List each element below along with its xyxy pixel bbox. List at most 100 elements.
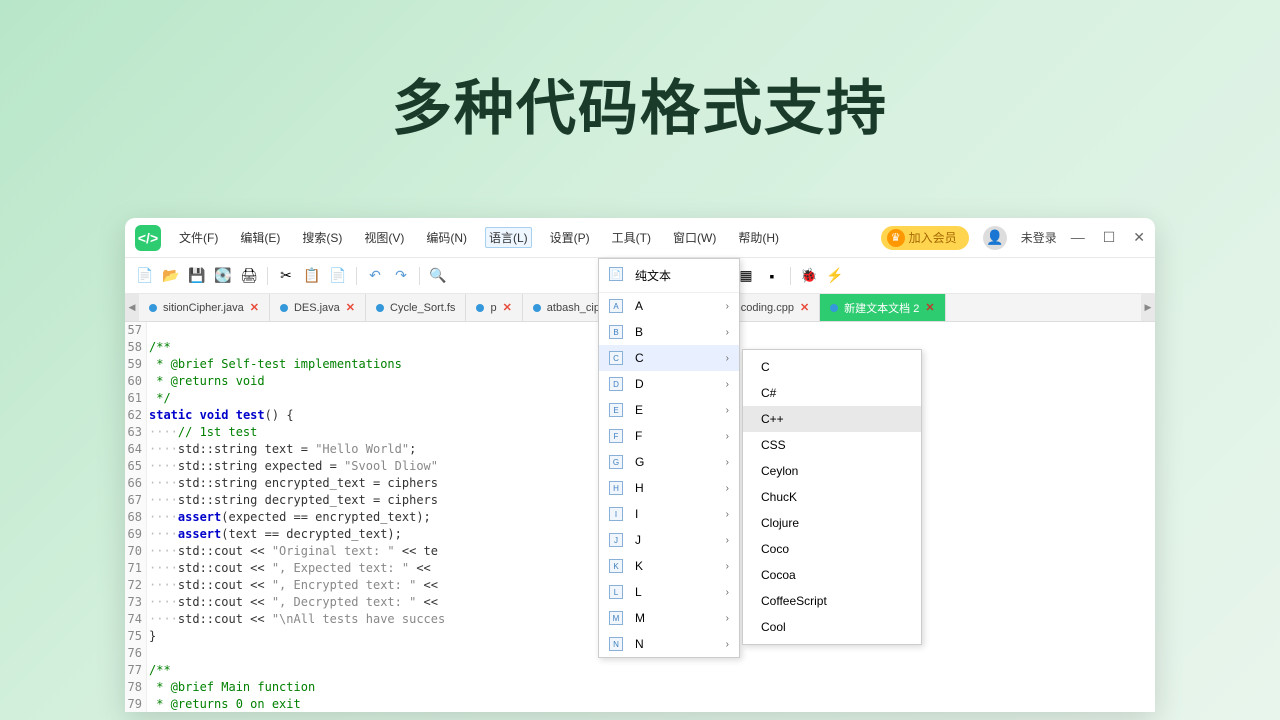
- tab-Cycle_Sort.fs[interactable]: Cycle_Sort.fs: [366, 294, 466, 321]
- lang-letter-E[interactable]: EE›: [599, 397, 739, 423]
- language-submenu: CC#C++CSSCeylonChucKClojureCocoCocoaCoff…: [742, 349, 922, 645]
- lang-letter-M[interactable]: MM›: [599, 605, 739, 631]
- titlebar: </> 文件(F) 编辑(E) 搜索(S) 视图(V) 编码(N) 语言(L) 设置(P) 工…: [125, 218, 1155, 258]
- tab-新建文本文档 2[interactable]: 新建文本文档 2✕: [820, 294, 945, 321]
- bug-icon[interactable]: 🐞: [799, 266, 819, 286]
- tab-DES.java[interactable]: DES.java✕: [270, 294, 366, 321]
- chevron-right-icon: ›: [726, 353, 729, 364]
- lang-letter-B[interactable]: BB›: [599, 319, 739, 345]
- lang-option-Clojure[interactable]: Clojure: [743, 510, 921, 536]
- menu-窗口(W)[interactable]: 窗口(W): [669, 227, 720, 248]
- tab-close-icon[interactable]: ✕: [925, 301, 934, 314]
- lang-option-C[interactable]: C: [743, 354, 921, 380]
- lang-option-C#[interactable]: C#: [743, 380, 921, 406]
- menu-帮助(H)[interactable]: 帮助(H): [734, 227, 783, 248]
- undo-icon[interactable]: ↶: [365, 266, 385, 286]
- chevron-right-icon: ›: [726, 405, 729, 416]
- lang-letter-A[interactable]: AA›: [599, 293, 739, 319]
- minimize-button[interactable]: —: [1071, 229, 1085, 246]
- menu-编码(N)[interactable]: 编码(N): [422, 227, 471, 248]
- menu-搜索(S)[interactable]: 搜索(S): [298, 227, 346, 248]
- save-icon[interactable]: 💾: [187, 266, 207, 286]
- menu-工具(T)[interactable]: 工具(T): [608, 227, 655, 248]
- menu-设置(P)[interactable]: 设置(P): [546, 227, 594, 248]
- lang-letter-H[interactable]: HH›: [599, 475, 739, 501]
- tab-dot-icon: [376, 304, 384, 312]
- tab-p[interactable]: p✕: [466, 294, 522, 321]
- chevron-right-icon: ›: [726, 587, 729, 598]
- lang-option-CSS[interactable]: CSS: [743, 432, 921, 458]
- app-icon: </>: [135, 225, 161, 251]
- tab-close-icon[interactable]: ✕: [503, 301, 512, 314]
- letter-icon: N: [609, 637, 623, 651]
- line-gutter: 57 58 59 60 61 62 63 64 65 66 67 68 69 7…: [125, 322, 147, 712]
- letter-icon: A: [609, 299, 623, 313]
- chevron-right-icon: ›: [726, 561, 729, 572]
- terminal-icon[interactable]: ▪: [762, 266, 782, 286]
- tab-dot-icon: [149, 304, 157, 312]
- lang-option-C++[interactable]: C++: [743, 406, 921, 432]
- letter-icon: E: [609, 403, 623, 417]
- lang-letter-I[interactable]: II›: [599, 501, 739, 527]
- avatar-icon[interactable]: 👤: [983, 226, 1007, 250]
- lang-letter-G[interactable]: GG›: [599, 449, 739, 475]
- lang-option-Ceylon[interactable]: Ceylon: [743, 458, 921, 484]
- crown-icon: ♛: [887, 229, 905, 247]
- lang-letter-D[interactable]: DD›: [599, 371, 739, 397]
- letter-icon: H: [609, 481, 623, 495]
- lang-letter-L[interactable]: LL›: [599, 579, 739, 605]
- lang-letter-N[interactable]: NN›: [599, 631, 739, 657]
- letter-icon: G: [609, 455, 623, 469]
- lang-option-ChucK[interactable]: ChucK: [743, 484, 921, 510]
- chevron-right-icon: ›: [726, 613, 729, 624]
- chevron-right-icon: ›: [726, 379, 729, 390]
- language-plaintext-item[interactable]: 📄 纯文本: [599, 259, 739, 293]
- lang-option-Cocoa[interactable]: Cocoa: [743, 562, 921, 588]
- cut-icon[interactable]: ✂: [276, 266, 296, 286]
- menu-文件(F)[interactable]: 文件(F): [175, 227, 222, 248]
- menu-编辑(E)[interactable]: 编辑(E): [236, 227, 284, 248]
- tab-close-icon[interactable]: ✕: [250, 301, 259, 314]
- letter-icon: L: [609, 585, 623, 599]
- chevron-right-icon: ›: [726, 431, 729, 442]
- print-icon[interactable]: 🖨: [239, 266, 259, 286]
- letter-icon: K: [609, 559, 623, 573]
- menu-视图(V)[interactable]: 视图(V): [360, 227, 408, 248]
- tab-close-icon[interactable]: ✕: [346, 301, 355, 314]
- vip-button[interactable]: ♛ 加入会员: [881, 226, 969, 250]
- redo-icon[interactable]: ↷: [391, 266, 411, 286]
- lang-option-CoffeeScript[interactable]: CoffeeScript: [743, 588, 921, 614]
- open-icon[interactable]: 📂: [161, 266, 181, 286]
- copy-icon[interactable]: 📋: [302, 266, 322, 286]
- maximize-button[interactable]: ☐: [1103, 229, 1116, 246]
- close-button[interactable]: ✕: [1133, 229, 1145, 246]
- tab-sitionCipher.java[interactable]: sitionCipher.java✕: [139, 294, 270, 321]
- bolt-icon[interactable]: ⚡: [825, 266, 845, 286]
- tab-scroll-right[interactable]: ▶: [1141, 294, 1155, 321]
- letter-icon: M: [609, 611, 623, 625]
- lang-option-Cool[interactable]: Cool: [743, 614, 921, 640]
- language-menu: 📄 纯文本 AA›BB›CC›DD›EE›FF›GG›HH›II›JJ›KK›L…: [598, 258, 740, 658]
- tab-dot-icon: [280, 304, 288, 312]
- letter-icon: J: [609, 533, 623, 547]
- tab-dot-icon: [830, 304, 838, 312]
- chevron-right-icon: ›: [726, 535, 729, 546]
- lang-letter-C[interactable]: CC›: [599, 345, 739, 371]
- lang-letter-K[interactable]: KK›: [599, 553, 739, 579]
- lang-letter-F[interactable]: FF›: [599, 423, 739, 449]
- letter-icon: D: [609, 377, 623, 391]
- chevron-right-icon: ›: [726, 483, 729, 494]
- save-all-icon[interactable]: 💽: [213, 266, 233, 286]
- hero-title: 多种代码格式支持: [0, 60, 1280, 147]
- menu-语言(L)[interactable]: 语言(L): [485, 227, 532, 248]
- paste-icon[interactable]: 📄: [328, 266, 348, 286]
- tab-close-icon[interactable]: ✕: [800, 301, 809, 314]
- lang-option-Coco[interactable]: Coco: [743, 536, 921, 562]
- menu-bar: 文件(F) 编辑(E) 搜索(S) 视图(V) 编码(N) 语言(L) 设置(P) 工具(T)…: [175, 227, 783, 248]
- chevron-right-icon: ›: [726, 457, 729, 468]
- chevron-right-icon: ›: [726, 327, 729, 338]
- tab-scroll-left[interactable]: ◀: [125, 294, 139, 321]
- zoom-icon[interactable]: 🔍: [428, 266, 448, 286]
- lang-letter-J[interactable]: JJ›: [599, 527, 739, 553]
- new-file-icon[interactable]: 📄: [135, 266, 155, 286]
